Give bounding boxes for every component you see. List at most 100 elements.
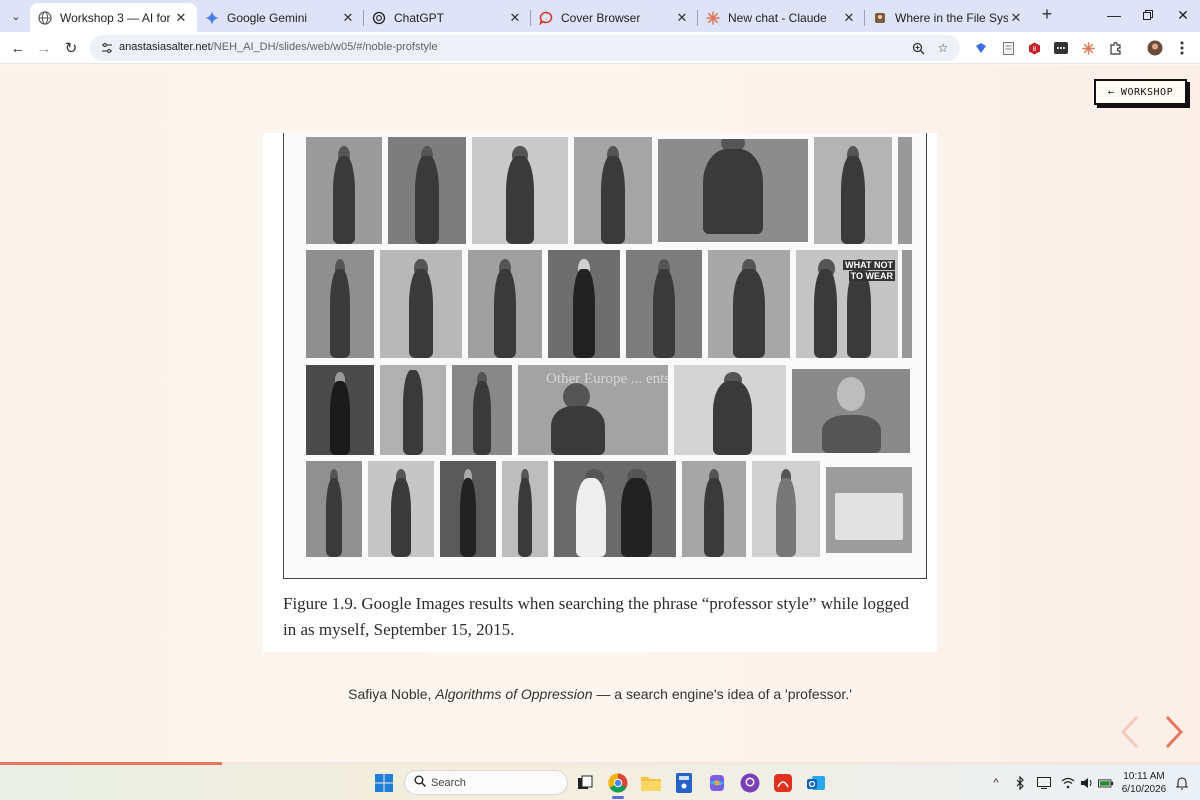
minimize-button[interactable]: — <box>1097 0 1131 30</box>
tray-bluetooth-icon[interactable] <box>1012 775 1028 791</box>
extension-red-icon[interactable]: B <box>1026 40 1042 56</box>
grid-photo <box>626 250 702 358</box>
outlook-icon[interactable] <box>805 772 827 794</box>
grid-photo <box>306 365 374 455</box>
tab-close-icon[interactable]: ✕ <box>674 10 690 26</box>
tab-list: Workshop 3 — AI for Visual ✕ Google Gemi… <box>30 3 1032 32</box>
wifi-icon[interactable] <box>1060 775 1076 791</box>
grid-photo <box>792 369 910 453</box>
grid-photo <box>752 461 820 557</box>
chrome-active-indicator <box>612 796 624 799</box>
tab-title: ChatGPT <box>394 10 445 25</box>
grid-photo-lecture: Other Europe ... ents of Tra <box>518 365 668 455</box>
tab-search-chevron-icon[interactable]: ⌄ <box>6 6 26 26</box>
grid-photo <box>440 461 496 557</box>
address-bar[interactable]: anastasiasalter.net/NEH_AI_DH/slides/web… <box>90 35 960 61</box>
acrobat-icon[interactable] <box>772 772 794 794</box>
calculator-app-icon[interactable] <box>673 772 695 794</box>
copilot-icon[interactable] <box>706 772 728 794</box>
back-button[interactable]: ← <box>7 37 29 59</box>
tab-close-icon[interactable]: ✕ <box>340 10 356 26</box>
grid-photo <box>380 250 462 358</box>
extensions-puzzle-icon[interactable] <box>1107 40 1123 56</box>
grid-photo <box>674 365 786 455</box>
grid-photo <box>306 250 374 358</box>
chatgpt-icon <box>372 11 386 25</box>
tray-overflow-chevron-icon[interactable]: ^ <box>988 775 1004 791</box>
file-icon <box>873 11 887 25</box>
tab-workshop[interactable]: Workshop 3 — AI for Visual ✕ <box>30 3 197 32</box>
profile-avatar[interactable] <box>1147 40 1163 56</box>
notifications-bell-icon[interactable] <box>1174 775 1190 791</box>
tab-close-icon[interactable]: ✕ <box>173 10 189 26</box>
tab-close-icon[interactable]: ✕ <box>841 10 857 26</box>
grid-photo <box>902 250 912 358</box>
claude-icon <box>706 10 720 25</box>
caption-book-title: Algorithms of Oppression <box>435 686 593 702</box>
tab-cover-browser[interactable]: Cover Browser ✕ <box>531 3 698 32</box>
clock-date: 6/10/2026 <box>1121 784 1167 795</box>
reload-button[interactable]: ↻ <box>60 37 82 59</box>
speech-bubble-icon <box>539 11 553 25</box>
extension-shield-icon[interactable] <box>973 40 989 56</box>
extension-claude-icon[interactable] <box>1080 40 1096 56</box>
slide-caption: Safiya Noble, Algorithms of Oppression —… <box>0 686 1200 702</box>
taskbar-clock[interactable]: 10:11 AM 6/10/2026 <box>1118 770 1170 796</box>
file-explorer-icon[interactable] <box>640 772 662 794</box>
workshop-back-button[interactable]: ← WORKSHOP <box>1094 79 1187 105</box>
tray-display-icon[interactable] <box>1036 775 1052 791</box>
start-windows-icon[interactable] <box>373 772 395 794</box>
figure-card: WHAT NOT TO WEAR Other Europe ... ents o… <box>263 133 937 652</box>
task-view-icon[interactable] <box>574 772 596 794</box>
tab-gemini[interactable]: Google Gemini ✕ <box>197 3 364 32</box>
browser-menu-icon[interactable] <box>1174 40 1190 56</box>
tab-close-icon[interactable]: ✕ <box>1008 10 1024 26</box>
tab-title: Cover Browser <box>561 10 641 25</box>
grid-photo <box>388 137 466 244</box>
tab-claude[interactable]: New chat - Claude ✕ <box>698 3 865 32</box>
grid-photo <box>682 461 746 557</box>
to-wear-text: TO WEAR <box>848 271 895 281</box>
github-icon[interactable] <box>739 772 761 794</box>
forward-button[interactable]: → <box>33 37 55 59</box>
grid-photo <box>306 461 362 557</box>
grid-photo <box>306 137 382 244</box>
next-slide-arrow-icon[interactable] <box>1162 713 1186 751</box>
lecture-sign-text: Other Europe ... ents of Tra <box>546 371 668 387</box>
extension-dots-icon[interactable] <box>1053 40 1069 56</box>
tab-close-icon[interactable]: ✕ <box>507 10 523 26</box>
grid-photo <box>658 139 808 242</box>
battery-icon[interactable] <box>1098 775 1114 791</box>
grid-photo <box>898 137 912 244</box>
bookmark-star-icon[interactable]: ☆ <box>935 40 951 56</box>
gemini-icon <box>205 10 219 25</box>
tab-title: New chat - Claude <box>728 10 827 25</box>
caption-author: Safiya Noble, <box>348 686 432 702</box>
grid-photo <box>452 365 512 455</box>
restore-button[interactable] <box>1131 0 1165 30</box>
grid-photo <box>814 137 892 244</box>
new-tab-button[interactable]: + <box>1038 5 1056 24</box>
zoom-icon[interactable] <box>910 40 926 56</box>
grid-photo <box>368 461 434 557</box>
tab-title: Google Gemini <box>227 10 308 25</box>
site-info-icon[interactable] <box>99 40 115 56</box>
url-path: /NEH_AI_DH/slides/web/w05/#/noble-profst… <box>210 41 438 53</box>
tab-chatgpt[interactable]: ChatGPT ✕ <box>364 3 531 32</box>
extension-document-icon[interactable] <box>1000 40 1016 56</box>
chrome-icon[interactable] <box>607 772 629 794</box>
previous-slide-arrow-icon[interactable] <box>1118 713 1142 751</box>
figure-caption: Figure 1.9. Google Images results when s… <box>283 594 909 639</box>
grid-photo <box>708 250 790 358</box>
grid-photo <box>468 250 542 358</box>
taskbar-search-box[interactable]: Search <box>404 770 568 795</box>
close-window-button[interactable]: ✕ <box>1166 0 1200 30</box>
tab-title: Where in the File System is S <box>895 10 1008 25</box>
tab-file-system[interactable]: Where in the File System is S ✕ <box>865 3 1032 32</box>
browser-tabstrip: ⌄ Workshop 3 — AI for Visual ✕ Google Ge… <box>0 0 1200 32</box>
what-not-text: WHAT NOT <box>843 260 895 270</box>
volume-icon[interactable] <box>1079 775 1095 791</box>
grid-photo <box>502 461 548 557</box>
grid-photo-what-not-to-wear: WHAT NOT TO WEAR <box>796 250 898 358</box>
professor-style-image-grid: WHAT NOT TO WEAR Other Europe ... ents o… <box>283 133 927 579</box>
